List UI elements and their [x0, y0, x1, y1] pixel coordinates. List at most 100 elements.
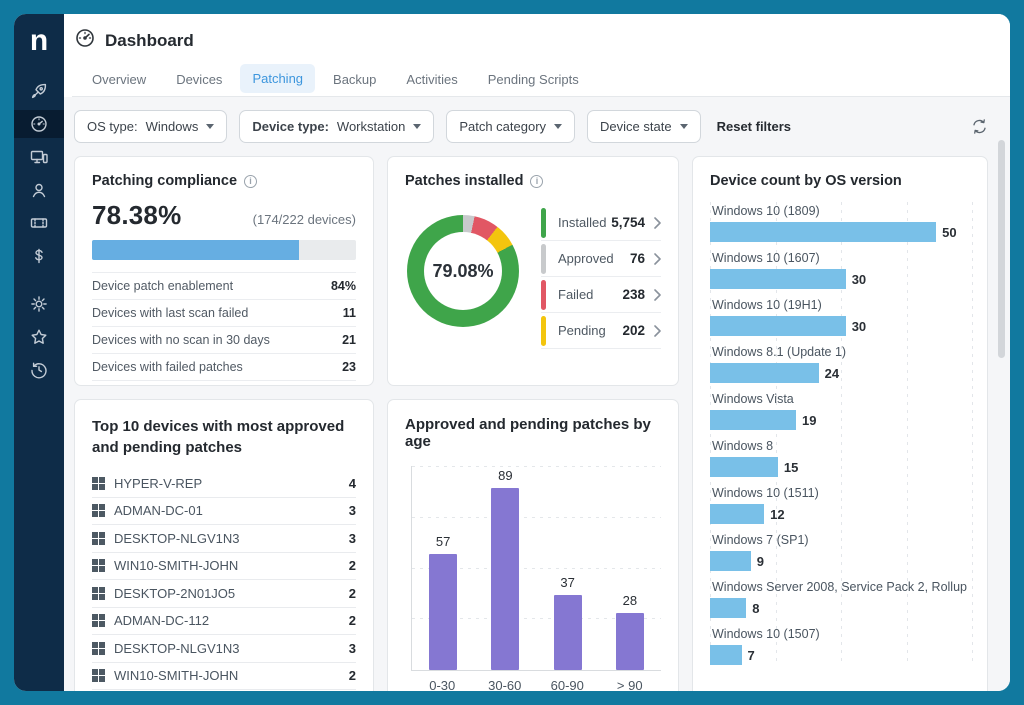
chevron-down-icon [206, 124, 214, 129]
filter-chip-device-type[interactable]: Device type: Workstation [239, 110, 434, 143]
chart-plot-area: 57 89 37 28 [411, 466, 661, 671]
filter-chip-patch-category[interactable]: Patch category [446, 110, 575, 143]
tab-patching[interactable]: Patching [240, 64, 315, 93]
windows-icon [92, 477, 105, 490]
compliance-title: Patching compliance [92, 173, 237, 189]
top-devices-title: Top 10 devices with most approved and pe… [92, 416, 356, 458]
page-title: Dashboard [105, 31, 194, 51]
device-row-desktop-2n01jo5[interactable]: DESKTOP-2N01JO5 2 [92, 580, 356, 608]
os-bar-windows-server-2008-service-pack-2-rollup: Windows Server 2008, Service Pack 2, Rol… [710, 580, 973, 618]
device-row-win10-smith-john[interactable]: WIN10-SMITH-JOHN 2 [92, 663, 356, 691]
info-icon[interactable]: i [244, 175, 257, 188]
compliance-percent: 78.38% [92, 200, 181, 231]
gauge-icon [29, 114, 49, 134]
windows-icon [92, 587, 105, 600]
bar [710, 363, 819, 383]
dashboard-gauge-icon [74, 27, 96, 54]
sidebar-item-administration[interactable] [14, 290, 64, 318]
bar [710, 551, 751, 571]
gear-icon [29, 294, 49, 314]
os-version-card: Device count by OS version Windows 10 (1… [692, 156, 988, 691]
windows-icon [92, 614, 105, 627]
stat-row-device-patch-enablement[interactable]: Device patch enablement84% [92, 273, 356, 300]
os-bar-windows-10-1511-: Windows 10 (1511) 12 [710, 486, 973, 524]
age-bar-0-30: 57 [412, 466, 474, 670]
sidebar-item-getting-started[interactable] [14, 77, 64, 105]
compliance-progress-bar [92, 240, 356, 260]
device-row-desktop-nlgv1n3[interactable]: DESKTOP-NLGV1N3 3 [92, 635, 356, 663]
os-bar-windows-7-sp1-: Windows 7 (SP1) 9 [710, 533, 973, 571]
legend-color-bar [541, 208, 546, 238]
bar [710, 410, 796, 430]
patch-age-chart: 57 89 37 28 0-3030-6060-90> 90 Days [405, 466, 661, 691]
cards-grid: Patching compliance i 78.38% (174/222 de… [74, 156, 988, 691]
age-bar--90: 28 [599, 466, 661, 670]
windows-icon [92, 532, 105, 545]
os-bar-windows-vista: Windows Vista 19 [710, 392, 973, 430]
patches-installed-card: Patches installed i 79.08% Installed 5 [387, 156, 679, 386]
os-bar-windows-10-1507-: Windows 10 (1507) 7 [710, 627, 973, 665]
sidebar-item-customers[interactable] [14, 176, 64, 204]
app-window: n Dashboard OverviewDevicesPatchingBacku… [14, 14, 1010, 691]
dollar-icon [29, 246, 49, 266]
age-bar-30-60: 89 [474, 466, 536, 670]
legend-row-pending[interactable]: Pending 202 [541, 313, 661, 349]
sidebar-item-favorites[interactable] [14, 323, 64, 351]
x-tick: > 90 [599, 678, 662, 691]
age-bar-60-90: 37 [537, 466, 599, 670]
device-row-win10-smith-john[interactable]: WIN10-SMITH-JOHN 2 [92, 553, 356, 581]
x-axis-ticks: 0-3030-6060-90> 90 [411, 678, 661, 691]
tab-activities[interactable]: Activities [394, 64, 469, 96]
compliance-progress-fill [92, 240, 299, 260]
patches-installed-title: Patches installed [405, 173, 523, 189]
bar [616, 613, 644, 670]
history-icon [29, 360, 49, 380]
bar [710, 269, 846, 289]
chevron-right-icon [654, 217, 661, 229]
filter-bar: OS type: Windows Device type: Workstation… [74, 110, 988, 143]
tab-pending-scripts[interactable]: Pending Scripts [476, 64, 591, 96]
sidebar-item-devices[interactable] [14, 143, 64, 171]
device-row-adman-dc-01[interactable]: ADMAN-DC-01 3 [92, 498, 356, 526]
legend-row-installed[interactable]: Installed 5,754 [541, 205, 661, 241]
bar [710, 316, 846, 336]
content-body: OS type: Windows Device type: Workstation… [64, 97, 1010, 691]
filter-chip-os-type[interactable]: OS type: Windows [74, 110, 227, 143]
bar [710, 598, 746, 618]
stat-row-devices-with-no-scan-in-30-days[interactable]: Devices with no scan in 30 days21 [92, 327, 356, 354]
device-row-hyper-v-rep[interactable]: HYPER-V-REP 4 [92, 470, 356, 498]
sidebar: n [14, 14, 64, 691]
device-row-desktop-nlgv1n3[interactable]: DESKTOP-NLGV1N3 3 [92, 525, 356, 553]
os-bar-windows-10-1607-: Windows 10 (1607) 30 [710, 251, 973, 289]
sidebar-item-recent[interactable] [14, 356, 64, 384]
os-version-title: Device count by OS version [710, 173, 902, 189]
sidebar-item-dashboard[interactable] [14, 110, 64, 138]
main-area: Dashboard OverviewDevicesPatchingBackupA… [64, 14, 1010, 691]
info-icon[interactable]: i [530, 175, 543, 188]
os-bar-list: Windows 10 (1809) 50 Windows 10 (1607) 30… [710, 202, 973, 665]
os-bar-windows-8: Windows 8 15 [710, 439, 973, 477]
x-tick: 0-30 [411, 678, 474, 691]
filter-chip-device-state[interactable]: Device state [587, 110, 701, 143]
tab-overview[interactable]: Overview [80, 64, 158, 96]
page-scrollbar-thumb[interactable] [998, 140, 1005, 358]
legend-color-bar [541, 280, 546, 310]
chevron-down-icon [413, 124, 421, 129]
tab-backup[interactable]: Backup [321, 64, 388, 96]
sidebar-item-billing[interactable] [14, 242, 64, 270]
legend-row-failed[interactable]: Failed 238 [541, 277, 661, 313]
os-bar-windows-10-1809-: Windows 10 (1809) 50 [710, 204, 973, 242]
sidebar-item-ticketing[interactable] [14, 209, 64, 237]
tab-devices[interactable]: Devices [164, 64, 234, 96]
devices-icon [29, 147, 49, 167]
stat-row-devices-with-failed-patches[interactable]: Devices with failed patches23 [92, 354, 356, 381]
os-bar-windows-8-1-update-1-: Windows 8.1 (Update 1) 24 [710, 345, 973, 383]
stat-row-devices-with-last-scan-failed[interactable]: Devices with last scan failed11 [92, 300, 356, 327]
legend-row-approved[interactable]: Approved 76 [541, 241, 661, 277]
windows-icon [92, 559, 105, 572]
reset-filters-button[interactable]: Reset filters [717, 119, 791, 134]
ninja-logo[interactable]: n [30, 26, 48, 56]
refresh-icon[interactable] [971, 118, 988, 135]
device-row-adman-dc-112[interactable]: ADMAN-DC-112 2 [92, 608, 356, 636]
chevron-right-icon [654, 325, 661, 337]
